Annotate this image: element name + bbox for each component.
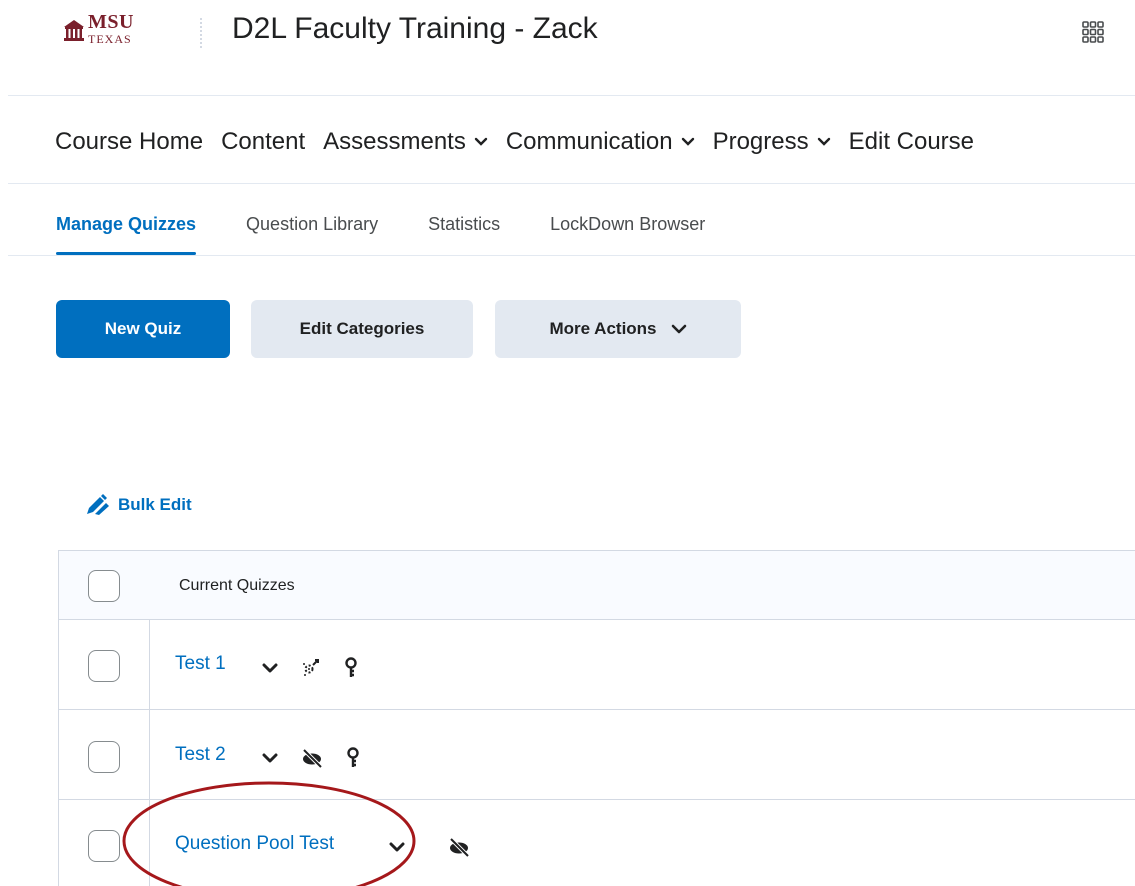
top-header: MSU TEXAS D2L Faculty Training - Zack <box>0 0 1135 70</box>
nav-course-home[interactable]: Course Home <box>55 128 203 156</box>
nav-content[interactable]: Content <box>221 128 305 156</box>
pencils-icon <box>87 494 109 515</box>
tab-statistics[interactable]: Statistics <box>428 212 500 256</box>
table-header-row: Current Quizzes <box>59 551 1135 620</box>
page: MSU TEXAS D2L Faculty Training - Zack Co… <box>0 0 1135 886</box>
bulk-edit-button[interactable]: Bulk Edit <box>84 493 192 517</box>
logo-main-text: MSU <box>88 11 134 33</box>
waffle-grid-icon[interactable] <box>1082 21 1104 43</box>
nav-assessments[interactable]: Assessments <box>323 128 488 156</box>
bulk-edit-label: Bulk Edit <box>118 495 192 514</box>
course-title[interactable]: D2L Faculty Training - Zack <box>232 12 598 46</box>
building-icon <box>64 20 84 41</box>
edit-categories-button[interactable]: Edit Categories <box>251 300 473 358</box>
nav-item-label: Communication <box>505 128 673 155</box>
tab-question-library[interactable]: Question Library <box>246 212 378 256</box>
hidden-icon <box>449 837 470 857</box>
restrictions-icon <box>345 657 357 677</box>
msu-texas-logo[interactable]: MSU TEXAS <box>62 12 134 52</box>
header-divider <box>200 18 202 48</box>
chevron-down-icon <box>817 137 830 146</box>
nav-item-label: Content <box>221 128 306 155</box>
table-row: Test 1 <box>59 620 1135 710</box>
course-navbar: Course Home Content Assessments Communic… <box>55 122 992 162</box>
row-checkbox[interactable] <box>88 830 120 862</box>
more-actions-label: More Actions <box>549 319 657 338</box>
more-actions-button[interactable]: More Actions <box>495 300 741 358</box>
row-checkbox[interactable] <box>88 741 120 773</box>
row-icons <box>262 657 380 679</box>
nav-item-label: Assessments <box>323 128 466 155</box>
quiz-link-test-1[interactable]: Test 1 <box>175 653 226 675</box>
nav-item-label: Course Home <box>55 128 204 155</box>
tab-lockdown-browser[interactable]: LockDown Browser <box>550 212 705 256</box>
nav-divider-line <box>8 183 1135 184</box>
chevron-down-icon <box>681 137 694 146</box>
nav-item-label: Progress <box>712 128 809 155</box>
header-divider-line <box>8 95 1135 96</box>
tabs-divider-line <box>8 255 1135 256</box>
quiz-tabs: Manage Quizzes Question Library Statisti… <box>56 212 755 256</box>
tab-manage-quizzes[interactable]: Manage Quizzes <box>56 212 197 256</box>
select-all-checkbox[interactable] <box>88 570 120 602</box>
special-access-icon <box>303 659 319 676</box>
chevron-down-icon <box>671 324 686 333</box>
nav-edit-course[interactable]: Edit Course <box>849 128 974 156</box>
annotation-circle <box>122 781 416 886</box>
nav-item-label: Edit Course <box>848 128 975 155</box>
column-header-current-quizzes: Current Quizzes <box>179 577 295 594</box>
chevron-down-icon <box>474 137 488 146</box>
nav-communication[interactable]: Communication <box>506 128 695 156</box>
row-checkbox[interactable] <box>88 650 120 682</box>
logo-sub-text: TEXAS <box>88 32 132 46</box>
restrictions-icon <box>347 747 359 767</box>
quiz-link-test-2[interactable]: Test 2 <box>175 744 226 766</box>
nav-progress[interactable]: Progress <box>713 128 831 156</box>
chevron-down-icon[interactable] <box>262 663 278 674</box>
row-icons <box>262 747 382 769</box>
new-quiz-button[interactable]: New Quiz <box>56 300 230 358</box>
hidden-icon <box>302 748 323 768</box>
chevron-down-icon[interactable] <box>262 753 278 764</box>
